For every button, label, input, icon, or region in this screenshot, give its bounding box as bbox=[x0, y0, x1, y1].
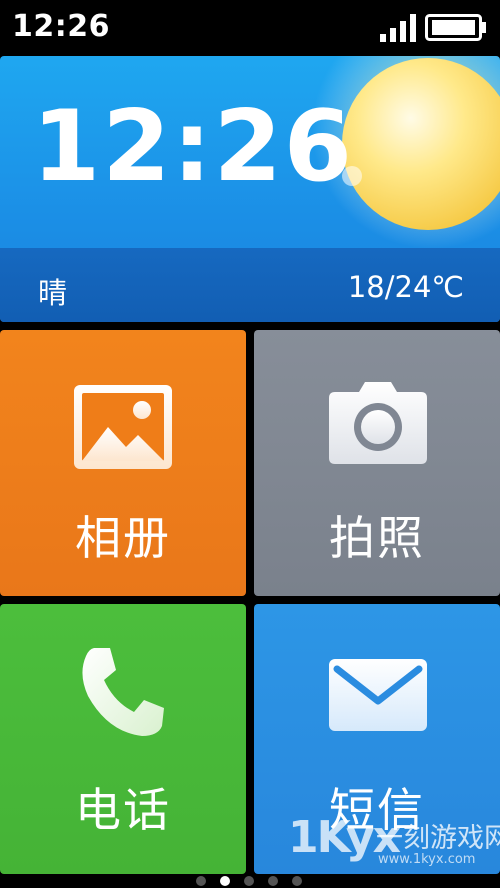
camera-icon bbox=[329, 382, 427, 464]
watermark: 1Kyx 一刻游戏网 www.1kyx.com bbox=[288, 812, 500, 874]
phone-icon bbox=[82, 648, 164, 736]
signal-bars-icon bbox=[380, 14, 416, 42]
watermark-url: www.1kyx.com bbox=[378, 852, 476, 867]
page-dot[interactable] bbox=[196, 876, 206, 886]
weather-condition: 晴 bbox=[38, 276, 68, 310]
album-tile[interactable]: 相册 bbox=[0, 330, 246, 596]
page-indicator[interactable] bbox=[0, 874, 500, 888]
watermark-text: 一刻游戏网 bbox=[376, 823, 500, 854]
album-label: 相册 bbox=[75, 511, 171, 565]
status-bar: 12:26 bbox=[0, 0, 500, 56]
camera-label: 拍照 bbox=[329, 511, 425, 565]
clock-time: 12:26 bbox=[32, 90, 354, 204]
envelope-icon bbox=[329, 659, 427, 731]
phone-tile[interactable]: 电话 bbox=[0, 604, 246, 874]
phone-label: 电话 bbox=[75, 783, 171, 837]
status-time: 12:26 bbox=[12, 9, 110, 44]
page-dot-active[interactable] bbox=[220, 876, 230, 886]
weather-widget[interactable]: 12:26 晴 18/24℃ bbox=[0, 56, 500, 322]
page-dot[interactable] bbox=[268, 876, 278, 886]
gallery-icon bbox=[74, 385, 172, 469]
page-dot[interactable] bbox=[292, 876, 302, 886]
battery-icon bbox=[425, 14, 486, 41]
camera-tile[interactable]: 拍照 bbox=[254, 330, 500, 596]
page-dot[interactable] bbox=[244, 876, 254, 886]
weather-temperature: 18/24℃ bbox=[347, 270, 464, 304]
